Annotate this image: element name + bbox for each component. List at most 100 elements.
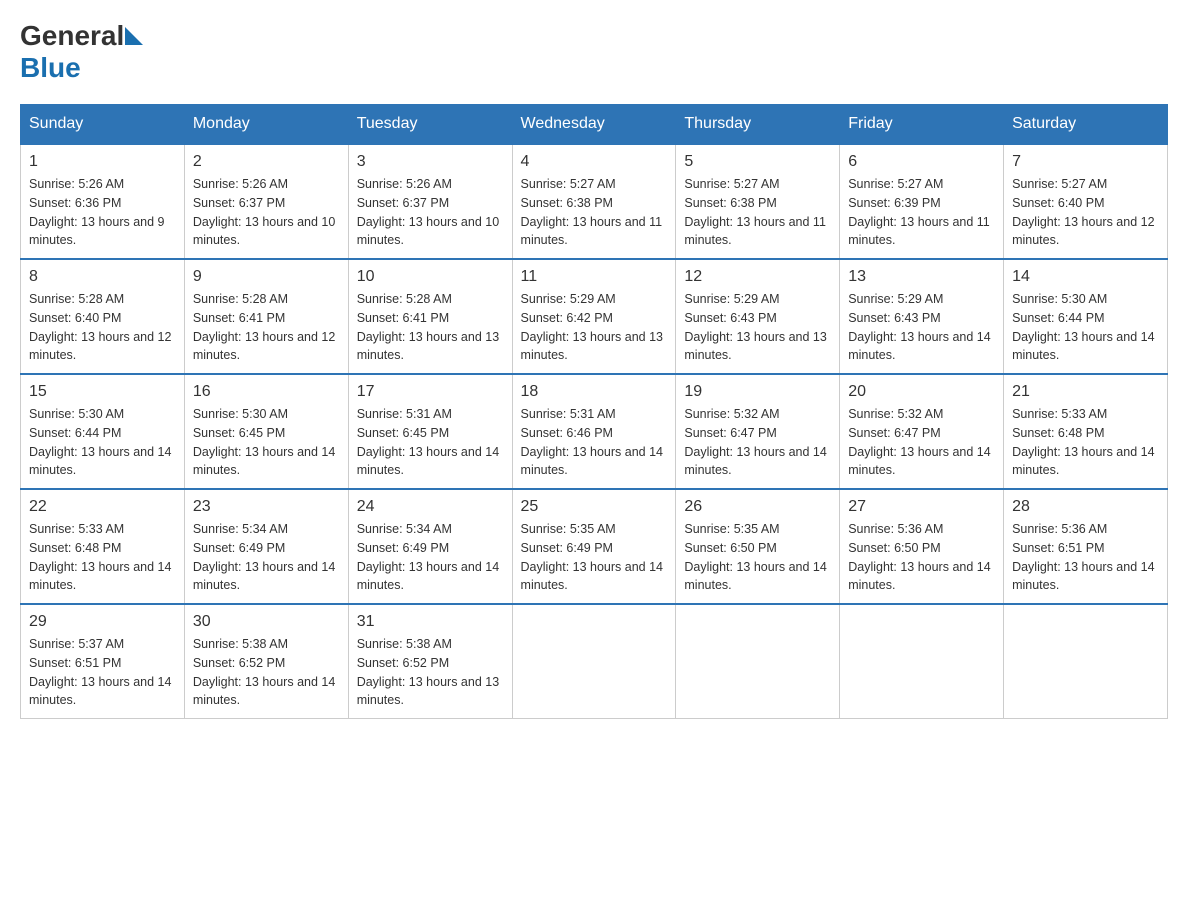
- logo: General Blue: [20, 20, 143, 84]
- calendar-day-cell: 8 Sunrise: 5:28 AMSunset: 6:40 PMDaylight…: [21, 259, 185, 374]
- day-number: 7: [1012, 153, 1159, 171]
- calendar-day-cell: [840, 604, 1004, 719]
- day-number: 2: [193, 153, 340, 171]
- calendar-day-cell: 24Sunrise: 5:34 AMSunset: 6:49 PMDayligh…: [348, 489, 512, 604]
- day-number: 13: [848, 268, 995, 286]
- day-info: Sunrise: 5:32 AMSunset: 6:47 PMDaylight:…: [848, 405, 995, 480]
- day-number: 22: [29, 498, 176, 516]
- calendar-day-cell: 27 Sunrise: 5:36 AMSunset: 6:50 PMDayligh…: [840, 489, 1004, 604]
- calendar-day-cell: 15Sunrise: 5:30 AMSunset: 6:44 PMDayligh…: [21, 374, 185, 489]
- calendar-table: SundayMondayTuesdayWednesdayThursdayFrid…: [20, 104, 1168, 719]
- day-info: Sunrise: 5:27 AMSunset: 6:39 PMDaylight:…: [848, 175, 995, 250]
- calendar-day-cell: 2 Sunrise: 5:26 AMSunset: 6:37 PMDaylight…: [184, 144, 348, 259]
- day-info: Sunrise: 5:29 AMSunset: 6:42 PMDaylight:…: [521, 290, 668, 365]
- day-info: Sunrise: 5:34 AMSunset: 6:49 PMDaylight:…: [193, 520, 340, 595]
- calendar-day-cell: 9 Sunrise: 5:28 AMSunset: 6:41 PMDaylight…: [184, 259, 348, 374]
- calendar-week-row: 8 Sunrise: 5:28 AMSunset: 6:40 PMDaylight…: [21, 259, 1168, 374]
- day-info: Sunrise: 5:28 AMSunset: 6:41 PMDaylight:…: [357, 290, 504, 365]
- day-info: Sunrise: 5:37 AMSunset: 6:51 PMDaylight:…: [29, 635, 176, 710]
- day-info: Sunrise: 5:38 AMSunset: 6:52 PMDaylight:…: [357, 635, 504, 710]
- calendar-day-cell: [676, 604, 840, 719]
- calendar-week-row: 22Sunrise: 5:33 AMSunset: 6:48 PMDayligh…: [21, 489, 1168, 604]
- day-info: Sunrise: 5:28 AMSunset: 6:40 PMDaylight:…: [29, 290, 176, 365]
- day-number: 3: [357, 153, 504, 171]
- calendar-day-cell: 22Sunrise: 5:33 AMSunset: 6:48 PMDayligh…: [21, 489, 185, 604]
- day-number: 10: [357, 268, 504, 286]
- calendar-day-cell: [512, 604, 676, 719]
- day-number: 9: [193, 268, 340, 286]
- calendar-day-cell: 20 Sunrise: 5:32 AMSunset: 6:47 PMDayligh…: [840, 374, 1004, 489]
- day-number: 12: [684, 268, 831, 286]
- day-number: 8: [29, 268, 176, 286]
- logo-general: General: [20, 20, 124, 52]
- day-number: 19: [684, 383, 831, 401]
- day-info: Sunrise: 5:29 AMSunset: 6:43 PMDaylight:…: [684, 290, 831, 365]
- page-header: General Blue: [20, 20, 1168, 84]
- day-number: 30: [193, 613, 340, 631]
- calendar-day-cell: 4Sunrise: 5:27 AMSunset: 6:38 PMDaylight…: [512, 144, 676, 259]
- day-number: 16: [193, 383, 340, 401]
- day-of-week-header: Wednesday: [512, 105, 676, 145]
- calendar-day-cell: 10 Sunrise: 5:28 AMSunset: 6:41 PMDayligh…: [348, 259, 512, 374]
- day-number: 28: [1012, 498, 1159, 516]
- calendar-day-cell: [1004, 604, 1168, 719]
- day-info: Sunrise: 5:27 AMSunset: 6:38 PMDaylight:…: [521, 175, 668, 250]
- calendar-week-row: 29Sunrise: 5:37 AMSunset: 6:51 PMDayligh…: [21, 604, 1168, 719]
- logo-triangle-icon: [125, 27, 143, 45]
- day-info: Sunrise: 5:28 AMSunset: 6:41 PMDaylight:…: [193, 290, 340, 365]
- calendar-day-cell: 30Sunrise: 5:38 AMSunset: 6:52 PMDayligh…: [184, 604, 348, 719]
- day-info: Sunrise: 5:32 AMSunset: 6:47 PMDaylight:…: [684, 405, 831, 480]
- calendar-day-cell: 26 Sunrise: 5:35 AMSunset: 6:50 PMDayligh…: [676, 489, 840, 604]
- day-number: 6: [848, 153, 995, 171]
- day-number: 21: [1012, 383, 1159, 401]
- calendar-day-cell: 16 Sunrise: 5:30 AMSunset: 6:45 PMDayligh…: [184, 374, 348, 489]
- day-info: Sunrise: 5:26 AMSunset: 6:36 PMDaylight:…: [29, 175, 176, 250]
- day-number: 5: [684, 153, 831, 171]
- calendar-day-cell: 5 Sunrise: 5:27 AMSunset: 6:38 PMDaylight…: [676, 144, 840, 259]
- calendar-day-cell: 23 Sunrise: 5:34 AMSunset: 6:49 PMDayligh…: [184, 489, 348, 604]
- day-number: 31: [357, 613, 504, 631]
- calendar-day-cell: 13Sunrise: 5:29 AMSunset: 6:43 PMDayligh…: [840, 259, 1004, 374]
- day-number: 11: [521, 268, 668, 286]
- day-info: Sunrise: 5:27 AMSunset: 6:38 PMDaylight:…: [684, 175, 831, 250]
- day-of-week-header: Sunday: [21, 105, 185, 145]
- day-number: 26: [684, 498, 831, 516]
- day-info: Sunrise: 5:26 AMSunset: 6:37 PMDaylight:…: [193, 175, 340, 250]
- day-info: Sunrise: 5:34 AMSunset: 6:49 PMDaylight:…: [357, 520, 504, 595]
- calendar-week-row: 1Sunrise: 5:26 AMSunset: 6:36 PMDaylight…: [21, 144, 1168, 259]
- calendar-day-cell: 21Sunrise: 5:33 AMSunset: 6:48 PMDayligh…: [1004, 374, 1168, 489]
- calendar-header-row: SundayMondayTuesdayWednesdayThursdayFrid…: [21, 105, 1168, 145]
- day-of-week-header: Friday: [840, 105, 1004, 145]
- logo-blue: Blue: [20, 52, 81, 84]
- calendar-day-cell: 14Sunrise: 5:30 AMSunset: 6:44 PMDayligh…: [1004, 259, 1168, 374]
- calendar-day-cell: 17 Sunrise: 5:31 AMSunset: 6:45 PMDayligh…: [348, 374, 512, 489]
- day-info: Sunrise: 5:36 AMSunset: 6:50 PMDaylight:…: [848, 520, 995, 595]
- day-number: 23: [193, 498, 340, 516]
- day-number: 17: [357, 383, 504, 401]
- calendar-day-cell: 31 Sunrise: 5:38 AMSunset: 6:52 PMDayligh…: [348, 604, 512, 719]
- day-of-week-header: Tuesday: [348, 105, 512, 145]
- day-of-week-header: Monday: [184, 105, 348, 145]
- day-info: Sunrise: 5:35 AMSunset: 6:50 PMDaylight:…: [684, 520, 831, 595]
- day-info: Sunrise: 5:27 AMSunset: 6:40 PMDaylight:…: [1012, 175, 1159, 250]
- day-info: Sunrise: 5:31 AMSunset: 6:45 PMDaylight:…: [357, 405, 504, 480]
- calendar-day-cell: 1Sunrise: 5:26 AMSunset: 6:36 PMDaylight…: [21, 144, 185, 259]
- day-number: 15: [29, 383, 176, 401]
- day-info: Sunrise: 5:30 AMSunset: 6:45 PMDaylight:…: [193, 405, 340, 480]
- day-number: 18: [521, 383, 668, 401]
- calendar-day-cell: 12 Sunrise: 5:29 AMSunset: 6:43 PMDayligh…: [676, 259, 840, 374]
- calendar-day-cell: 18 Sunrise: 5:31 AMSunset: 6:46 PMDayligh…: [512, 374, 676, 489]
- day-info: Sunrise: 5:31 AMSunset: 6:46 PMDaylight:…: [521, 405, 668, 480]
- calendar-day-cell: 29Sunrise: 5:37 AMSunset: 6:51 PMDayligh…: [21, 604, 185, 719]
- day-of-week-header: Thursday: [676, 105, 840, 145]
- day-number: 20: [848, 383, 995, 401]
- day-info: Sunrise: 5:26 AMSunset: 6:37 PMDaylight:…: [357, 175, 504, 250]
- calendar-day-cell: 19 Sunrise: 5:32 AMSunset: 6:47 PMDayligh…: [676, 374, 840, 489]
- day-of-week-header: Saturday: [1004, 105, 1168, 145]
- day-number: 27: [848, 498, 995, 516]
- day-info: Sunrise: 5:35 AMSunset: 6:49 PMDaylight:…: [521, 520, 668, 595]
- calendar-day-cell: 25 Sunrise: 5:35 AMSunset: 6:49 PMDayligh…: [512, 489, 676, 604]
- day-number: 25: [521, 498, 668, 516]
- calendar-day-cell: 11 Sunrise: 5:29 AMSunset: 6:42 PMDayligh…: [512, 259, 676, 374]
- calendar-day-cell: 7 Sunrise: 5:27 AMSunset: 6:40 PMDaylight…: [1004, 144, 1168, 259]
